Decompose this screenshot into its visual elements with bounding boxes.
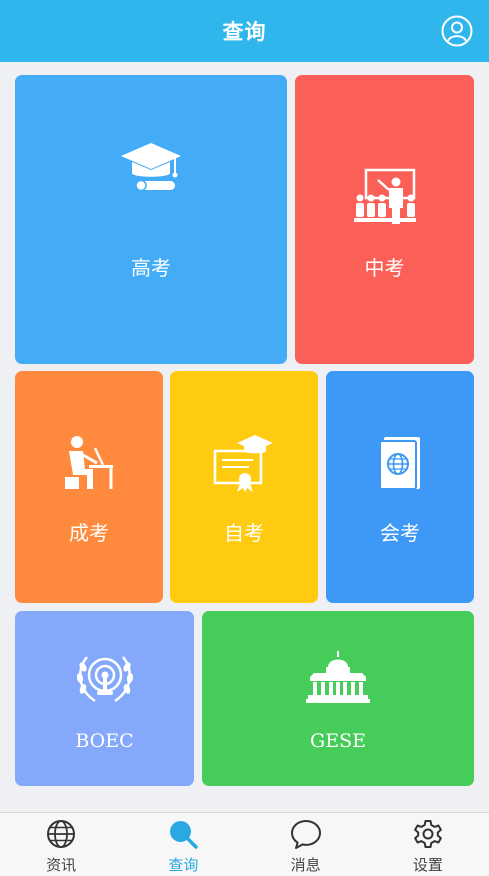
- tile-label: GESE: [310, 730, 366, 752]
- page-title: 查询: [222, 20, 267, 44]
- tile-zhongkao[interactable]: 中考: [295, 75, 474, 364]
- tab-settings[interactable]: 设置: [367, 813, 489, 876]
- profile-button[interactable]: [441, 15, 473, 47]
- tab-query[interactable]: 查询: [122, 813, 244, 876]
- user-circle-icon: [441, 15, 473, 47]
- search-icon: [167, 818, 199, 850]
- student-desk-icon: [63, 433, 115, 491]
- globe-icon: [45, 818, 77, 850]
- tile-gese[interactable]: GESE: [202, 611, 474, 786]
- tile-zikao[interactable]: 自考: [170, 371, 318, 603]
- gear-icon: [412, 818, 444, 850]
- tab-label: 消息: [290, 856, 321, 874]
- graduation-cap-icon: [119, 139, 183, 199]
- chat-bubble-icon: [290, 818, 322, 850]
- tile-label: 自考: [224, 521, 264, 545]
- capitol-building-icon: [306, 651, 370, 703]
- top-bar: 查询: [0, 0, 489, 62]
- laurel-emblem-icon: [73, 647, 137, 707]
- tab-label: 查询: [168, 856, 199, 874]
- tile-label: 会考: [380, 521, 420, 545]
- tile-label: 高考: [131, 256, 171, 280]
- tab-label: 资讯: [46, 856, 77, 874]
- passport-icon: [378, 435, 422, 491]
- tile-label: BOEC: [75, 730, 134, 752]
- tile-huikao[interactable]: 会考: [326, 371, 474, 603]
- bottom-tab-bar: 资讯 查询 消息 设置: [0, 812, 489, 876]
- tab-label: 设置: [412, 856, 443, 874]
- tab-messages[interactable]: 消息: [245, 813, 367, 876]
- tile-chengkao[interactable]: 成考: [15, 371, 163, 603]
- tile-label: 中考: [364, 256, 405, 280]
- tab-news[interactable]: 资讯: [0, 813, 122, 876]
- tile-gaokao[interactable]: 高考: [15, 75, 287, 364]
- tile-label: 成考: [69, 521, 109, 545]
- tile-boec[interactable]: BOEC: [15, 611, 194, 786]
- teacher-board-icon: [353, 168, 416, 226]
- certificate-icon: [213, 431, 275, 493]
